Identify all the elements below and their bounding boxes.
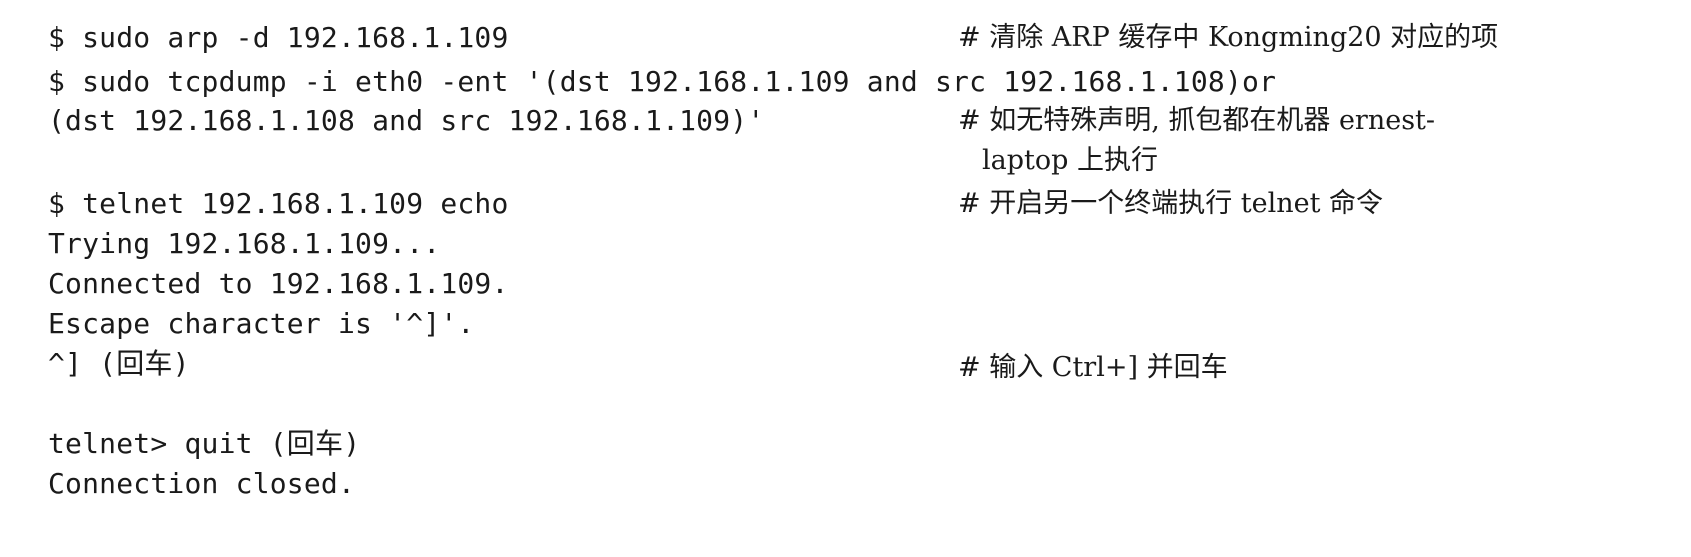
- output-connected: Connected to 192.168.1.109.: [48, 267, 509, 300]
- output-connection-closed: Connection closed.: [48, 467, 356, 500]
- command-tcpdump: $ sudo tcpdump -i eth0 -ent '(dst 192.16…: [48, 65, 1277, 98]
- input-escape-enter: ^] (回车): [48, 347, 190, 380]
- output-trying: Trying 192.168.1.109...: [48, 227, 441, 260]
- comment-open-terminal: # 开启另一个终端执行 telnet 命令: [958, 188, 1384, 219]
- comment-capture-host: # 如无特殊声明, 抓包都在机器 ernest-: [958, 105, 1436, 136]
- output-escape-character: Escape character is '^]'.: [48, 307, 475, 340]
- input-telnet-quit: telnet> quit (回车): [48, 427, 361, 460]
- comment-clear-arp: # 清除 ARP 缓存中 Kongming20 对应的项: [958, 22, 1499, 53]
- terminal-listing: $ sudo arp -d 192.168.1.109 # 清除 ARP 缓存中…: [0, 0, 1691, 557]
- command-arp-delete: $ sudo arp -d 192.168.1.109: [48, 21, 509, 54]
- command-telnet: $ telnet 192.168.1.109 echo: [48, 187, 509, 220]
- comment-capture-host-continued: laptop 上执行: [982, 145, 1158, 176]
- command-tcpdump-continued: (dst 192.168.1.108 and src 192.168.1.109…: [48, 104, 765, 137]
- comment-ctrl-bracket: # 输入 Ctrl+] 并回车: [958, 352, 1228, 383]
